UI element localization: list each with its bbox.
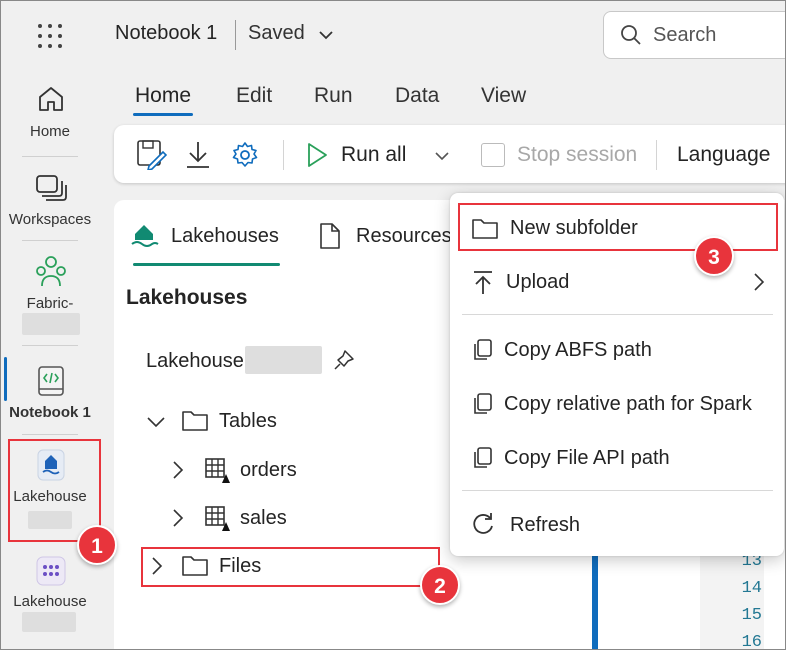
language-dropdown[interactable]: Language — [677, 143, 770, 167]
rail-home-label[interactable]: Home — [0, 123, 100, 140]
gear-icon[interactable] — [231, 141, 259, 169]
document-icon — [320, 223, 340, 249]
stop-session-button[interactable]: Stop session — [517, 143, 637, 167]
table-icon — [205, 506, 230, 531]
title-divider — [235, 20, 236, 50]
line-number: 16 — [741, 633, 762, 650]
panel-heading: Lakehouses — [126, 286, 248, 309]
tree-item-orders[interactable]: orders — [240, 459, 297, 482]
tab-run[interactable]: Run — [314, 84, 353, 108]
active-indicator — [4, 357, 7, 401]
run-all-button[interactable]: Run all — [341, 143, 406, 167]
toolbar-divider — [656, 140, 657, 170]
toolbar-divider — [283, 140, 284, 170]
step-badge-1: 1 — [77, 525, 117, 565]
active-tab-underline — [133, 113, 193, 116]
cell-indicator — [592, 540, 598, 650]
workspaces-icon[interactable] — [35, 173, 67, 203]
line-numbers: 13 14 15 16 — [700, 548, 764, 650]
lakehouse-item-icon[interactable] — [36, 556, 66, 586]
copy-icon — [474, 447, 492, 468]
play-icon[interactable] — [306, 142, 328, 168]
chevron-down-icon[interactable] — [146, 415, 166, 429]
redacted-text — [22, 313, 80, 335]
chevron-right-icon[interactable] — [171, 460, 185, 480]
save-status[interactable]: Saved — [248, 22, 305, 45]
highlight-box-files — [141, 547, 440, 587]
menu-item-refresh[interactable]: Refresh — [510, 514, 580, 537]
menu-divider — [462, 490, 773, 491]
rail-divider — [22, 345, 78, 346]
rail-divider — [22, 156, 78, 157]
rail-divider — [22, 240, 78, 241]
tab-home[interactable]: Home — [135, 84, 191, 108]
menu-divider — [462, 314, 773, 315]
download-icon[interactable] — [185, 140, 211, 170]
copy-icon — [474, 393, 492, 414]
table-icon — [205, 458, 230, 483]
rail-fabric-label[interactable]: Fabric- — [0, 295, 100, 312]
active-tab-underline — [133, 263, 280, 266]
tab-resources[interactable]: Resources — [356, 225, 452, 248]
menu-item-upload[interactable]: Upload — [506, 271, 569, 294]
notebook-title[interactable]: Notebook 1 — [115, 22, 217, 45]
menu-item-copy-file-api[interactable]: Copy File API path — [504, 447, 670, 470]
step-badge-3: 3 — [694, 236, 734, 276]
app-launcher-icon[interactable] — [38, 24, 64, 48]
chevron-right-icon[interactable] — [171, 508, 185, 528]
chevron-right-icon — [754, 273, 765, 291]
tree-item-sales[interactable]: sales — [240, 507, 287, 530]
home-icon[interactable] — [36, 84, 66, 114]
lakehouse-tab-icon — [131, 225, 159, 247]
upload-icon — [474, 271, 492, 294]
notebook-icon[interactable] — [37, 365, 65, 397]
line-number: 15 — [741, 606, 762, 625]
tab-data[interactable]: Data — [395, 84, 439, 108]
redacted-text — [245, 346, 322, 374]
save-edit-icon[interactable] — [135, 138, 167, 170]
tab-view[interactable]: View — [481, 84, 526, 108]
lakehouse-name[interactable]: Lakehouse — [146, 350, 244, 373]
tab-lakehouses[interactable]: Lakehouses — [171, 225, 279, 248]
menu-item-copy-relative[interactable]: Copy relative path for Spark — [504, 393, 752, 416]
tab-edit[interactable]: Edit — [236, 84, 272, 108]
tree-item-tables[interactable]: Tables — [219, 410, 277, 433]
rail-divider — [22, 434, 78, 435]
search-icon — [621, 25, 641, 45]
redacted-text — [22, 612, 76, 632]
refresh-icon — [473, 513, 493, 534]
rail-workspaces-label[interactable]: Workspaces — [0, 211, 100, 228]
chevron-down-icon[interactable] — [318, 29, 334, 41]
rail-notebook-label[interactable]: Notebook 1 — [0, 404, 100, 421]
folder-icon — [182, 411, 208, 431]
line-number: 14 — [741, 579, 762, 598]
rail-lakehouse-other-label[interactable]: Lakehouse — [0, 593, 100, 610]
fabric-workspace-icon[interactable] — [34, 254, 68, 288]
stop-session-checkbox[interactable] — [481, 143, 505, 167]
search-input[interactable]: Search — [653, 24, 716, 47]
pin-icon[interactable] — [333, 349, 355, 371]
copy-icon — [474, 339, 492, 360]
chevron-down-icon[interactable] — [434, 150, 450, 162]
step-badge-2: 2 — [420, 565, 460, 605]
menu-item-copy-abfs[interactable]: Copy ABFS path — [504, 339, 652, 362]
